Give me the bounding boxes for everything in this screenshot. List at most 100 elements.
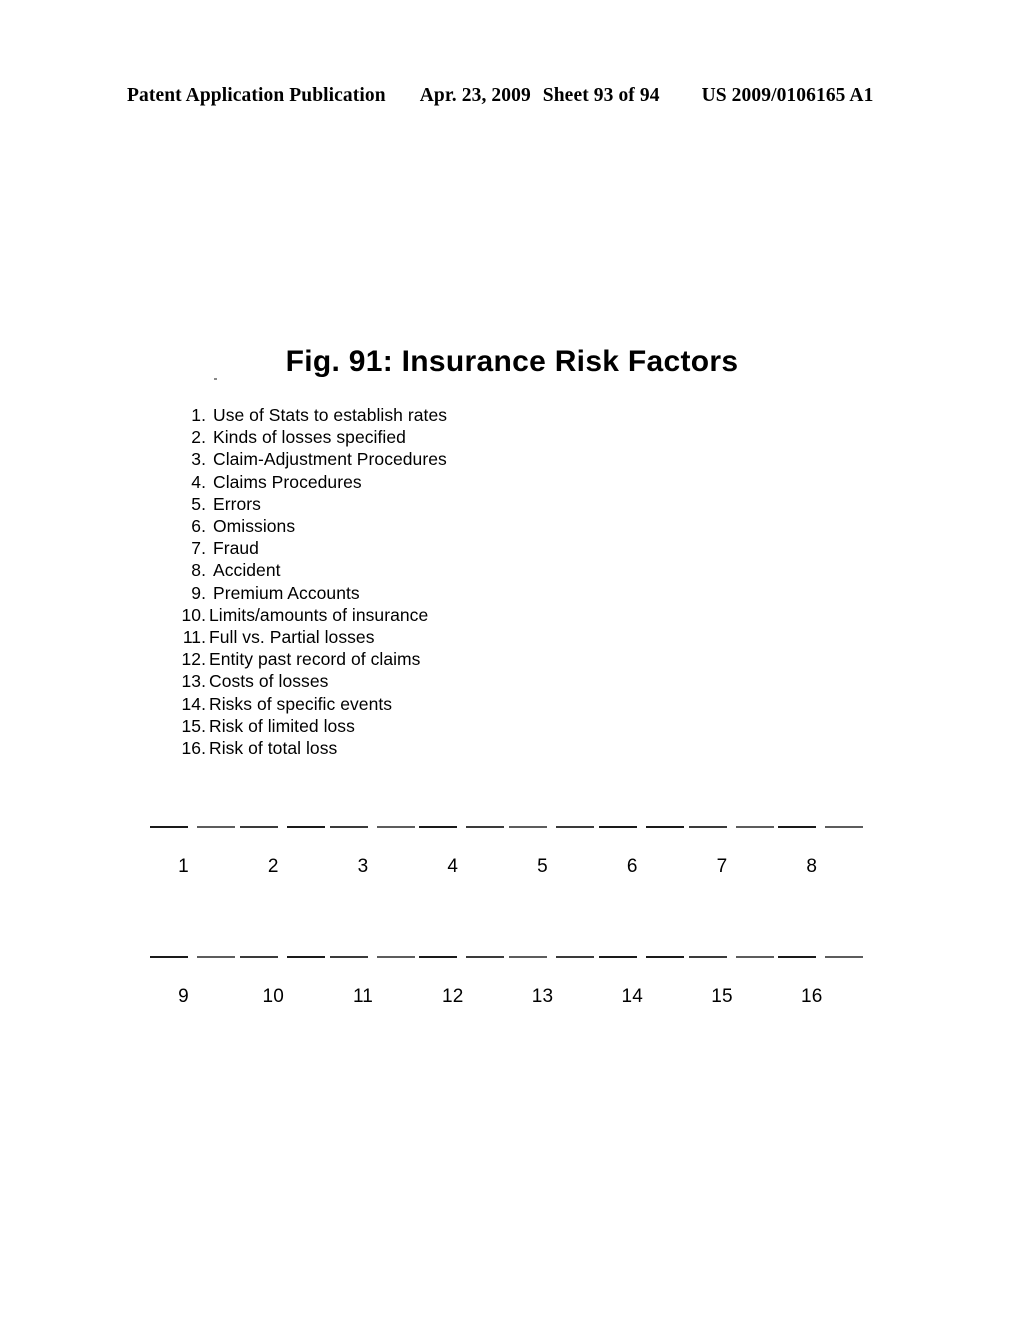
slot-dash xyxy=(825,826,864,829)
slot-label: 16 xyxy=(800,986,823,1007)
list-item-number: 4. xyxy=(191,471,206,492)
slot-dash xyxy=(419,826,458,829)
list-item-number: 13. xyxy=(181,671,206,692)
publication-date-sheet: Apr. 23, 2009 Sheet 93 of 94 xyxy=(420,85,660,107)
list-item: 4. Claims Procedures xyxy=(172,471,592,493)
list-item-number: 8. xyxy=(191,560,206,581)
slot-dash xyxy=(239,826,278,829)
publication-number: US 2009/0106165 A1 xyxy=(701,85,874,106)
slot-label: 8 xyxy=(806,856,818,877)
slot-label: 11 xyxy=(352,986,374,1007)
slot-dash xyxy=(509,956,547,959)
list-item-label: Accident xyxy=(213,560,281,581)
slot-label: 10 xyxy=(262,986,285,1007)
list-item-label: Risk of total loss xyxy=(209,738,338,759)
list-item-number: 16. xyxy=(181,738,206,759)
figure-title: Fig. 91: Insurance Risk Factors xyxy=(285,345,739,378)
slot-dash xyxy=(419,956,458,959)
slot-dash xyxy=(329,956,368,959)
slot-label: 1 xyxy=(178,856,189,877)
list-item: 11. Full vs. Partial losses xyxy=(172,626,592,648)
slot-dash xyxy=(329,826,368,829)
list-item-label: Risks of specific events xyxy=(209,693,393,714)
list-item: 16. Risk of total loss xyxy=(172,737,592,759)
publication-label: Patent Application Publication xyxy=(127,85,386,106)
sheet-number: Sheet 93 of 94 xyxy=(542,85,660,106)
list-item-number: 1. xyxy=(191,405,206,425)
list-item: 2. Kinds of losses specified xyxy=(172,426,592,448)
slot-dash xyxy=(197,956,235,959)
slot-dash xyxy=(778,826,817,829)
slot-label: 2 xyxy=(267,856,279,877)
list-item: 5. Errors xyxy=(172,493,592,515)
slot-dash xyxy=(825,956,864,959)
list-item-number: 2. xyxy=(191,427,206,448)
slot-row-1-8: 1 2 3 4 5 6 7 8 xyxy=(148,826,866,886)
slot-label: 12 xyxy=(441,986,464,1007)
list-item-label: Errors xyxy=(213,493,261,514)
slot-label: 14 xyxy=(621,986,644,1007)
list-item-label: Costs of losses xyxy=(209,671,329,692)
list-item-number: 5. xyxy=(191,493,206,514)
slot-dash xyxy=(150,826,188,829)
dash-strip xyxy=(148,826,866,830)
list-item-label: Kinds of losses specified xyxy=(213,427,406,448)
slot-dash xyxy=(778,956,817,959)
slot-dash xyxy=(556,956,594,959)
dash-strip xyxy=(148,956,866,960)
list-item-label: Full vs. Partial losses xyxy=(209,627,375,648)
list-item: 8. Accident xyxy=(172,559,592,581)
list-item: 13. Costs of losses xyxy=(172,670,592,692)
slot-dash xyxy=(688,956,727,959)
list-item-label: Limits/amounts of insurance xyxy=(209,604,429,625)
slot-label: 6 xyxy=(626,856,638,877)
list-item: 12. Entity past record of claims xyxy=(172,648,592,670)
list-item-number: 15. xyxy=(181,715,206,736)
list-item-number: 7. xyxy=(191,538,206,559)
list-item-label: Omissions xyxy=(213,516,296,537)
slot-label-strip: 1 2 3 4 5 6 7 8 xyxy=(148,856,866,886)
slot-dash xyxy=(556,826,594,829)
list-item-label: Fraud xyxy=(213,538,259,559)
slot-label: 9 xyxy=(178,986,189,1007)
slot-dash xyxy=(735,956,774,959)
page-running-header: Patent Application Publication Apr. 23, … xyxy=(127,85,887,111)
slot-label: 5 xyxy=(537,856,548,877)
list-item-label: Claims Procedures xyxy=(213,471,362,492)
slot-dash xyxy=(376,956,415,959)
list-item-number: 6. xyxy=(191,516,206,537)
list-item-number: 14. xyxy=(181,693,206,714)
list-item-number: 10. xyxy=(181,604,206,625)
list-item: 3. Claim-Adjustment Procedures xyxy=(172,448,592,470)
slot-dash xyxy=(197,826,235,829)
slot-label: 15 xyxy=(711,986,733,1007)
list-item-label: Use of Stats to establish rates xyxy=(213,405,448,425)
slot-dash xyxy=(688,826,727,829)
slot-row-9-16: 9 10 11 12 13 14 15 16 xyxy=(148,956,866,1016)
list-item: 6. Omissions xyxy=(172,515,592,537)
slot-label: 13 xyxy=(531,986,554,1007)
list-item-label: Entity past record of claims xyxy=(209,649,421,670)
slot-dash xyxy=(645,826,684,829)
publication-date: Apr. 23, 2009 xyxy=(419,85,531,106)
slot-dash xyxy=(645,956,684,959)
list-item: 14. Risks of specific events xyxy=(172,693,592,715)
slot-label: 3 xyxy=(357,856,369,877)
slot-label-strip: 9 10 11 12 13 14 15 16 xyxy=(148,986,866,1016)
list-item: 10. Limits/amounts of insurance xyxy=(172,604,592,626)
slot-dash xyxy=(735,826,774,829)
slot-dash xyxy=(239,956,278,959)
slot-dash xyxy=(598,956,637,959)
list-item-label: Risk of limited loss xyxy=(209,715,355,736)
list-item-number: 3. xyxy=(191,449,206,470)
scan-artifact-speck xyxy=(214,378,217,380)
list-item-number: 11. xyxy=(182,627,206,648)
slot-dash xyxy=(286,826,325,829)
slot-label: 7 xyxy=(716,856,728,877)
list-item: 9. Premium Accounts xyxy=(172,582,592,604)
list-item: 7. Fraud xyxy=(172,537,592,559)
insurance-risk-factor-list: 1. Use of Stats to establish rates 2. Ki… xyxy=(172,404,592,759)
list-item-number: 12. xyxy=(181,649,206,670)
slot-dash xyxy=(376,826,415,829)
list-item: 1. Use of Stats to establish rates xyxy=(172,404,592,426)
